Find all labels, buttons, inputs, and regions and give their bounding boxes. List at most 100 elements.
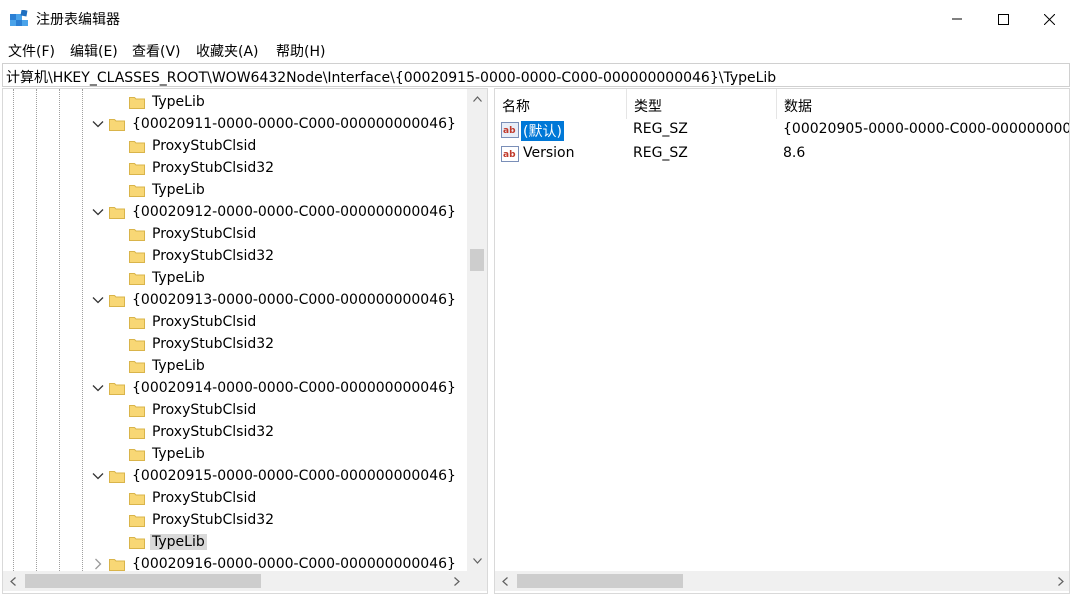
- folder-icon: [129, 535, 145, 549]
- tree-node-label: ProxyStubClsid32: [152, 336, 275, 352]
- tree-node[interactable]: {00020912-0000-0000-C000-000000000046}: [3, 202, 467, 224]
- tree-node-label: {00020912-0000-0000-C000-000000000046}: [132, 204, 456, 220]
- column-header-name[interactable]: 名称: [495, 89, 627, 119]
- tree-node[interactable]: {00020914-0000-0000-C000-000000000046}: [3, 378, 467, 400]
- folder-icon: [109, 205, 125, 219]
- tree-node[interactable]: ProxyStubClsid: [3, 400, 467, 422]
- value-name: (默认): [521, 121, 564, 141]
- tree-node[interactable]: TypeLib: [3, 180, 467, 202]
- folder-icon: [129, 425, 145, 439]
- list-horizontal-scrollbar[interactable]: [495, 571, 1069, 591]
- value-type: REG_SZ: [633, 145, 688, 161]
- tree-node[interactable]: {00020915-0000-0000-C000-000000000046}: [3, 466, 467, 488]
- key-tree: TypeLib {00020911-0000-0000-C000-00000000…: [3, 89, 467, 571]
- scroll-right-arrow-icon[interactable]: [447, 571, 467, 591]
- tree-node[interactable]: ProxyStubClsid: [3, 312, 467, 334]
- chevron-down-icon[interactable]: [91, 205, 105, 219]
- folder-icon: [129, 183, 145, 197]
- scroll-up-arrow-icon[interactable]: [467, 89, 487, 109]
- value-type: REG_SZ: [633, 121, 688, 137]
- tree-node-label: TypeLib: [152, 182, 205, 198]
- folder-icon: [109, 117, 125, 131]
- folder-icon: [129, 227, 145, 241]
- address-path: 计算机\HKEY_CLASSES_ROOT\WOW6432Node\Interf…: [6, 70, 777, 86]
- tree-node[interactable]: TypeLib: [3, 268, 467, 290]
- tree-node-label: ProxyStubClsid32: [152, 512, 275, 528]
- close-button[interactable]: [1026, 0, 1072, 38]
- column-header-data[interactable]: 数据: [777, 89, 1069, 119]
- tree-node[interactable]: ProxyStubClsid32: [3, 158, 467, 180]
- scrollbar-corner: [467, 571, 487, 591]
- registry-editor-icon: [10, 9, 28, 28]
- tree-node-label: ProxyStubClsid: [152, 138, 257, 154]
- tree-node[interactable]: TypeLib: [3, 444, 467, 466]
- value-data: {00020905-0000-0000-C000-000000000046}: [783, 121, 1069, 137]
- tree-node[interactable]: ProxyStubClsid32: [3, 334, 467, 356]
- folder-icon: [129, 447, 145, 461]
- tree-node-label: TypeLib: [152, 446, 205, 462]
- tree-node-label: TypeLib: [152, 94, 205, 110]
- menu-view[interactable]: 查看(V): [132, 41, 181, 61]
- chevron-right-icon[interactable]: [91, 557, 105, 571]
- scroll-down-arrow-icon[interactable]: [467, 551, 487, 571]
- folder-icon: [109, 557, 125, 571]
- chevron-down-icon[interactable]: [91, 293, 105, 307]
- key-tree-pane[interactable]: TypeLib {00020911-0000-0000-C000-00000000…: [2, 88, 488, 594]
- tree-node[interactable]: TypeLib: [3, 532, 467, 554]
- chevron-down-icon[interactable]: [91, 117, 105, 131]
- column-header-type[interactable]: 类型: [627, 89, 777, 119]
- tree-node[interactable]: ProxyStubClsid: [3, 136, 467, 158]
- folder-icon: [129, 161, 145, 175]
- folder-icon: [129, 95, 145, 109]
- menu-favorites[interactable]: 收藏夹(A): [196, 41, 259, 61]
- svg-text:ab: ab: [503, 150, 516, 160]
- folder-icon: [129, 271, 145, 285]
- menu-bar: 文件(F) 编辑(E) 查看(V) 收藏夹(A) 帮助(H): [0, 38, 1072, 62]
- scroll-left-arrow-icon[interactable]: [3, 571, 23, 591]
- minimize-icon: [952, 18, 962, 20]
- tree-node[interactable]: {00020913-0000-0000-C000-000000000046}: [3, 290, 467, 312]
- tree-horizontal-scrollbar[interactable]: [3, 571, 467, 591]
- chevron-down-icon[interactable]: [91, 381, 105, 395]
- tree-vertical-scroll-thumb[interactable]: [470, 249, 484, 271]
- tree-vertical-scrollbar[interactable]: [467, 89, 487, 571]
- value-row-default[interactable]: ab (默认) REG_SZ {00020905-0000-0000-C000-…: [495, 118, 1069, 142]
- tree-node[interactable]: TypeLib: [3, 92, 467, 114]
- string-value-icon: ab: [501, 145, 519, 163]
- scroll-right-arrow-icon[interactable]: [1051, 571, 1069, 591]
- list-horizontal-scroll-thumb[interactable]: [517, 574, 683, 588]
- folder-icon: [129, 315, 145, 329]
- tree-node[interactable]: ProxyStubClsid: [3, 488, 467, 510]
- tree-node[interactable]: {00020916-0000-0000-C000-000000000046}: [3, 554, 467, 571]
- tree-horizontal-scroll-thumb[interactable]: [25, 574, 261, 588]
- tree-node-label: ProxyStubClsid: [152, 226, 257, 242]
- scroll-left-arrow-icon[interactable]: [495, 571, 515, 591]
- folder-icon: [109, 293, 125, 307]
- menu-file[interactable]: 文件(F): [8, 41, 55, 61]
- tree-node-label: ProxyStubClsid32: [152, 424, 275, 440]
- tree-node-label: TypeLib: [152, 358, 205, 374]
- menu-edit[interactable]: 编辑(E): [70, 41, 118, 61]
- address-bar[interactable]: 计算机\HKEY_CLASSES_ROOT\WOW6432Node\Interf…: [2, 63, 1070, 87]
- value-data: 8.6: [783, 145, 806, 161]
- menu-help[interactable]: 帮助(H): [276, 41, 325, 61]
- tree-node-label: {00020911-0000-0000-C000-000000000046}: [132, 116, 456, 132]
- folder-icon: [129, 139, 145, 153]
- values-list-pane[interactable]: 名称 类型 数据 ab (默认) REG_SZ {00020905-0000-0…: [494, 88, 1070, 594]
- minimize-button[interactable]: [934, 0, 980, 38]
- value-row-version[interactable]: ab Version REG_SZ 8.6: [495, 142, 1069, 166]
- folder-icon: [129, 337, 145, 351]
- tree-node[interactable]: ProxyStubClsid32: [3, 422, 467, 444]
- tree-node[interactable]: ProxyStubClsid: [3, 224, 467, 246]
- folder-icon: [129, 249, 145, 263]
- tree-node-label: TypeLib: [152, 270, 205, 286]
- folder-icon: [129, 359, 145, 373]
- tree-node-label: {00020916-0000-0000-C000-000000000046}: [132, 556, 456, 571]
- tree-node[interactable]: {00020911-0000-0000-C000-000000000046}: [3, 114, 467, 136]
- tree-node-label: ProxyStubClsid: [152, 314, 257, 330]
- maximize-button[interactable]: [980, 0, 1026, 38]
- tree-node[interactable]: TypeLib: [3, 356, 467, 378]
- tree-node[interactable]: ProxyStubClsid32: [3, 246, 467, 268]
- tree-node[interactable]: ProxyStubClsid32: [3, 510, 467, 532]
- chevron-down-icon[interactable]: [91, 469, 105, 483]
